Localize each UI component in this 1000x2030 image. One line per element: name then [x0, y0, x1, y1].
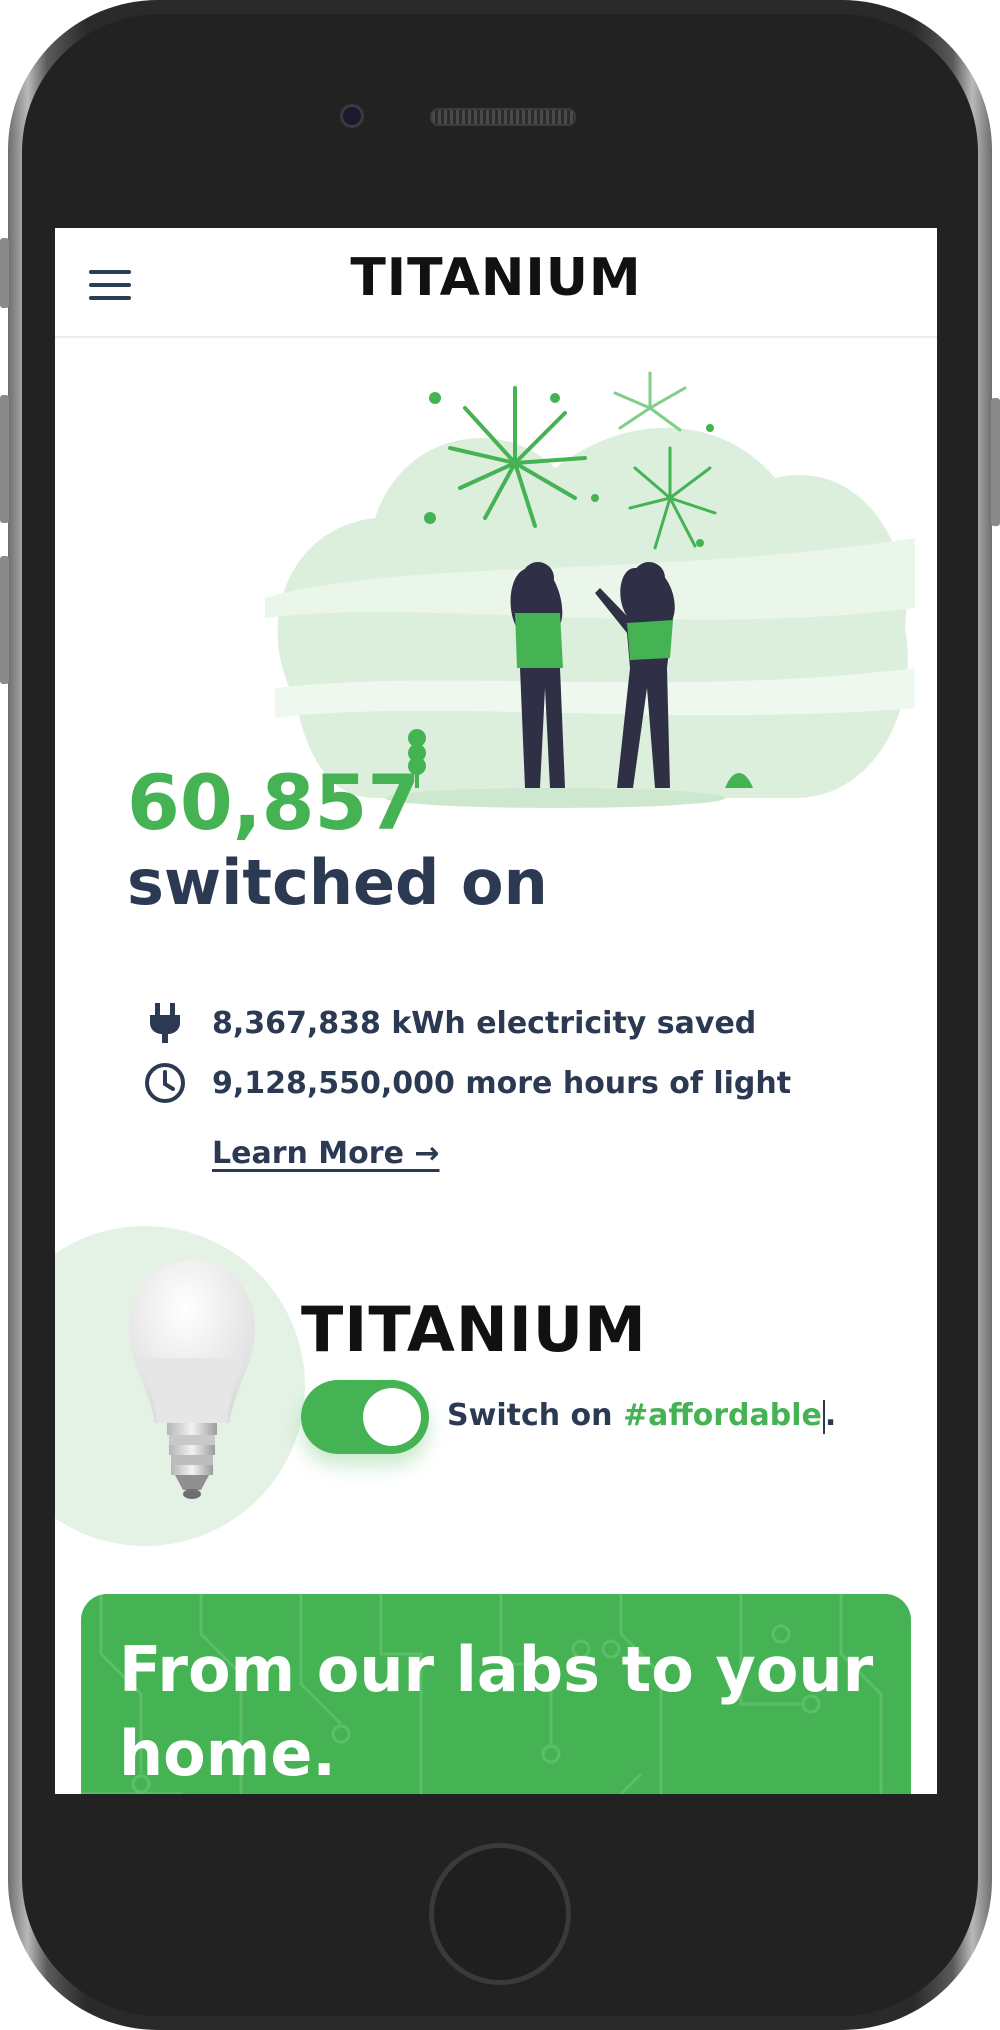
tagline-suffix: .	[824, 1398, 837, 1433]
power-button	[991, 398, 1000, 526]
site-header: TITANIUM	[55, 228, 937, 338]
volume-up-button	[0, 395, 9, 523]
product-brand: TITANIUM	[301, 1293, 647, 1366]
stat-electricity-text: 8,367,838 kWh electricity saved	[212, 1005, 757, 1041]
labs-banner-heading: From our labs to your home.	[119, 1633, 874, 1790]
stat-hours-of-light: 9,128,550,000 more hours of light	[140, 1058, 791, 1108]
volume-down-button	[0, 556, 9, 684]
labs-banner: From our labs to your home.	[81, 1594, 911, 1794]
silent-switch	[0, 238, 9, 308]
front-camera	[340, 104, 364, 128]
clock-icon	[140, 1058, 190, 1108]
plug-icon	[140, 998, 190, 1048]
learn-more-link[interactable]: Learn More →	[212, 1136, 440, 1171]
home-button[interactable]	[429, 1843, 571, 1985]
stat-electricity-saved: 8,367,838 kWh electricity saved	[140, 998, 756, 1048]
switched-on-count: 60,857	[127, 758, 421, 847]
stat-hours-text: 9,128,550,000 more hours of light	[212, 1065, 792, 1101]
tagline-prefix: Switch on	[447, 1398, 623, 1433]
fireworks-celebration-illustration	[265, 371, 915, 808]
toggle-knob	[363, 1388, 421, 1446]
switch-tagline: Switch on #affordable.	[447, 1398, 836, 1434]
switch-on-toggle[interactable]	[301, 1380, 429, 1454]
phone-screen: TITANIUM 60,857 switched on 8,367,838 kW…	[55, 228, 937, 1794]
site-logo[interactable]: TITANIUM	[55, 248, 937, 308]
light-bulb-image	[129, 1260, 255, 1499]
earpiece-speaker	[430, 108, 576, 126]
switched-on-label: switched on	[127, 846, 548, 919]
tagline-hashtag: #affordable	[622, 1398, 822, 1433]
